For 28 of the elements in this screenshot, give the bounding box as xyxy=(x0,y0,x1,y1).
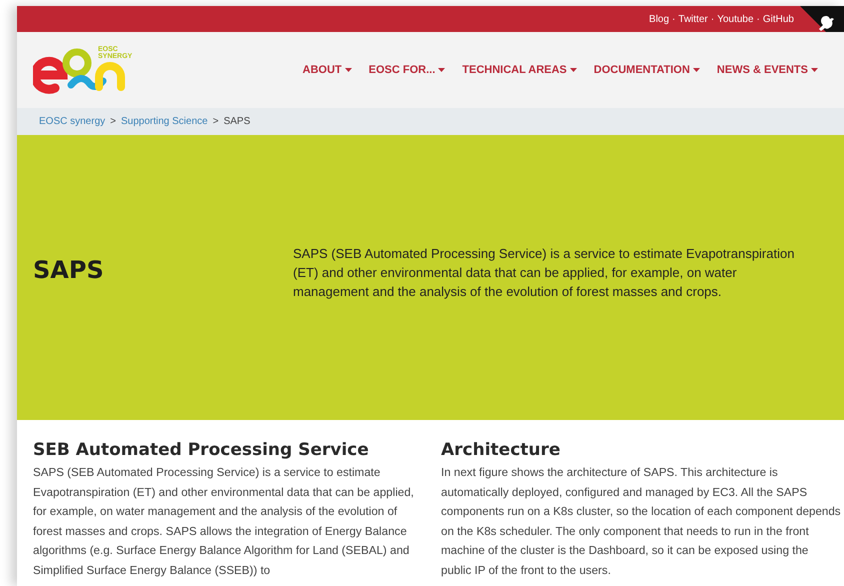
section-heading: Architecture xyxy=(441,440,562,460)
hero-description: SAPS (SEB Automated Processing Service) is a service to estimate Evapotranspiration (ET) and other environmental data that can be applied, for example, on water management and the analysis of the evolution of forest masses and crops. xyxy=(293,245,796,301)
nav-menu-item[interactable]: ABOUT xyxy=(302,64,352,76)
breadcrumb-separator: > xyxy=(212,116,219,127)
separator-dot: · xyxy=(710,14,714,24)
breadcrumb-link[interactable]: Supporting Science xyxy=(120,116,208,127)
separator-dot: · xyxy=(672,14,676,24)
top-link[interactable]: GitHub xyxy=(762,14,794,24)
separator-dot: · xyxy=(756,14,760,24)
nav-menu-item[interactable]: TECHNICAL AREAS xyxy=(462,64,577,76)
top-link[interactable]: Twitter xyxy=(678,14,708,24)
caret-icon xyxy=(344,68,352,72)
nav-menu-item[interactable]: EOSC FOR... xyxy=(368,64,446,76)
section-paragraph: SAPS (SEB Automated Processing Service) is a service to estimate Evapotranspiration (ET) and other environmental data that can be applied, for example, on water management and the analysis of the evolution of forest masses and crops. SAPS allows the integration of Energy Balance algorithms (e.g. Surface Energy Balance Algorithm for Land (SEBAL) and Simplified Surface Energy Balance (SSEB)) to xyxy=(33,465,415,578)
breadcrumb-separator: > xyxy=(110,116,116,127)
caret-icon xyxy=(570,68,577,72)
breadcrumb-current: SAPS xyxy=(224,116,250,127)
caret-icon xyxy=(438,68,446,72)
nav-menu-item[interactable]: NEWS & EVENTS xyxy=(716,64,818,76)
caret-icon xyxy=(811,68,818,72)
section-heading: SEB Automated Processing Service xyxy=(33,440,370,460)
section-paragraph: In next figure shows the architecture of SAPS. This architecture is automatically deployed, configured and managed by EC3. All the SAPS components run on a K8s cluster, so the location of each component depends on the K8s scheduler. The only component that needs to run in the front machine of the cluster is the Dashboard, so it can be exposed using the public IP of the front to the users. xyxy=(441,465,841,578)
nav-menu-item[interactable]: DOCUMENTATION xyxy=(594,64,700,76)
top-link[interactable]: Blog xyxy=(649,14,670,24)
breadcrumb-link[interactable]: EOSC synergy xyxy=(39,116,106,127)
top-link[interactable]: Youtube xyxy=(717,14,754,24)
caret-icon xyxy=(692,68,700,72)
page-title: SAPS xyxy=(33,256,105,284)
